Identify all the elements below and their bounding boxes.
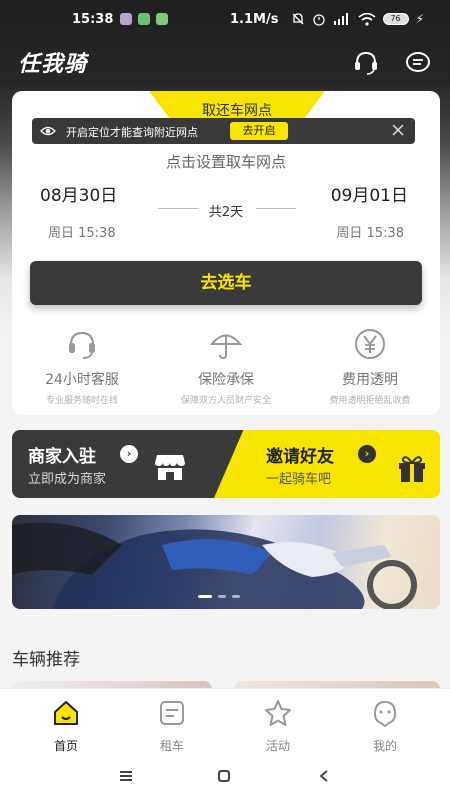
feature-insurance: 保险承保 保障双方人员财产安全 [156,327,296,406]
rental-duration: 共2天 [208,205,244,220]
feature-customer-service: 24小时客服 专业服务随时在线 [12,327,152,406]
shop-icon [155,455,185,480]
pickup-time[interactable]: 周日 15:38 [48,222,116,241]
headset-icon[interactable] [352,48,380,76]
motorcycle-banner[interactable] [12,515,440,609]
select-vehicle-button[interactable]: 去选车 [30,261,422,305]
bottom-tab-bar: 首页 租车 活动 我的 [0,688,450,754]
notice-text: 开启定位才能查询附近网点 [66,126,198,139]
carousel-indicator [198,595,240,598]
alarm-icon [312,14,325,26]
feature-subtitle: 专业服务随时在线 [45,396,118,406]
status-time: 15:38 [72,12,114,27]
menu-icon[interactable] [118,768,134,784]
system-navigation-bar [0,754,450,800]
star-icon [265,700,291,726]
feature-subtitle: 保障双方人员财产安全 [180,396,271,406]
feature-subtitle: 费用透明拒绝乱收费 [329,396,411,406]
yuan-icon [355,329,385,359]
promo-strip: 商家入驻 › 立即成为商家 邀请好友 › 一起骑车吧 [12,430,440,498]
tab-home[interactable]: 首页 [26,699,106,754]
tab-label: 活动 [265,739,290,753]
signal-icon [333,13,348,25]
feature-title: 24小时客服 [45,372,119,388]
merchant-title[interactable]: 商家入驻 [28,442,96,467]
notification-icons [120,13,168,25]
battery-icon: 76 [382,13,409,25]
home-icon [54,701,78,725]
section-title: 车辆推荐 [12,650,80,670]
network-speed: 1.1M/s [230,12,279,27]
feature-transparent-fees: 费用透明 费用透明拒绝乱收费 [300,327,440,406]
tab-label: 租车 [159,739,184,753]
close-icon[interactable] [391,123,405,137]
feature-title: 费用透明 [342,372,398,388]
chevron-right-icon[interactable]: › [358,445,376,463]
tab-mine[interactable]: 我的 [345,699,425,754]
umbrella-icon [209,334,243,360]
mute-icon [292,13,304,25]
wifi-icon [358,12,376,26]
home-square-icon[interactable] [216,768,232,784]
list-icon [160,701,184,725]
set-pickup-point[interactable]: 点击设置取车网点 [12,151,440,172]
tab-rent[interactable]: 租车 [132,699,212,754]
status-bar: 15:38 1.1M/s 76 ⚡ [0,0,450,40]
tab-pickup-return[interactable]: 取还车网点 [149,100,325,120]
headset-icon [69,331,95,359]
system-status-icons: 76 ⚡ [291,12,424,26]
eye-icon [40,126,56,136]
app-header: 任我骑 [0,40,450,84]
tab-label: 我的 [372,739,397,753]
invite-title[interactable]: 邀请好友 [266,442,334,467]
back-icon[interactable] [316,768,332,784]
tab-label: 首页 [53,739,78,753]
gift-icon [399,456,425,482]
feature-title: 保险承保 [198,372,254,388]
message-icon[interactable] [404,48,432,76]
merchant-subtitle: 立即成为商家 [28,472,107,487]
face-icon [373,700,397,728]
invite-subtitle: 一起骑车吧 [266,472,332,487]
location-notice: 开启定位才能查询附近网点 去开启 [32,118,415,144]
booking-card: 取还车网点 开启定位才能查询附近网点 去开启 点击设置取车网点 08月30日 0… [12,91,440,415]
app-logo: 任我骑 [18,52,88,77]
charging-icon: ⚡ [415,12,424,26]
chevron-right-icon[interactable]: › [120,445,138,463]
enable-location-button[interactable]: 去开启 [230,122,288,140]
return-time[interactable]: 周日 15:38 [336,222,404,241]
tab-activity[interactable]: 活动 [238,699,318,754]
